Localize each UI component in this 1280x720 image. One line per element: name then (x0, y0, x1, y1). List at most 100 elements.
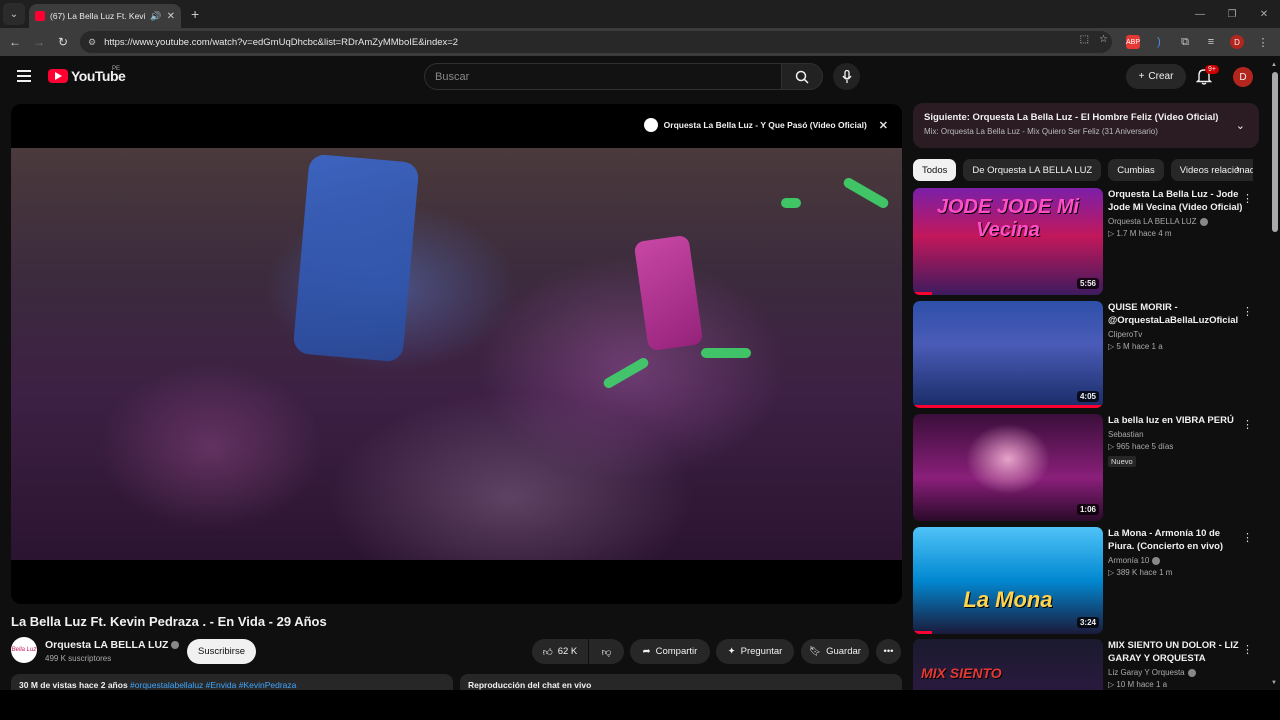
thumbnail-text: La Mona (963, 587, 1053, 612)
extensions-puzzle-icon[interactable]: ⧉ (1178, 35, 1192, 49)
page-scrollbar[interactable]: ▲ ▼ (1271, 62, 1278, 690)
recommendation-item[interactable]: JODE JODE Mi Vecina 5:56 Orquesta La Bel… (913, 188, 1253, 296)
scrollbar-thumb[interactable] (1272, 72, 1278, 232)
phone-in-video (292, 153, 420, 363)
save-button[interactable]: 🔖︎ Guardar (801, 639, 869, 664)
watch-progress (913, 405, 1103, 408)
share-button[interactable]: ➦ Compartir (630, 639, 710, 664)
search-button[interactable] (781, 63, 823, 90)
rec-channel[interactable]: Armonía 10 (1108, 556, 1149, 565)
rec-title[interactable]: La bella luz en VIBRA PERÚ (1108, 414, 1243, 427)
rec-channel[interactable]: Orquesta LA BELLA LUZ (1108, 217, 1197, 226)
dislike-button[interactable]: 👎︎ (589, 639, 624, 664)
chip-related[interactable]: Videos relacionados (1170, 159, 1253, 181)
chip-cumbias[interactable]: Cumbias (1108, 159, 1164, 181)
subscriber-count: 499 K suscriptores (45, 654, 112, 663)
close-tab-icon[interactable]: ✕ (167, 11, 175, 22)
scroll-up-icon[interactable]: ▲ (1271, 62, 1277, 68)
watch-progress (913, 292, 932, 295)
end-screen-overlay[interactable]: Orquesta La Bella Luz - Y Que Pasó (Vide… (643, 118, 888, 132)
video-player[interactable]: Orquesta La Bella Luz - Y Que Pasó (Vide… (11, 104, 902, 604)
voice-search-button[interactable] (833, 63, 860, 90)
user-avatar[interactable]: D (1233, 67, 1253, 87)
video-thumbnail[interactable]: 1:06 (913, 414, 1103, 521)
speaker-icon[interactable]: 🔊 (150, 11, 161, 22)
video-thumbnail[interactable]: MIX SIENTO (913, 639, 1103, 690)
video-thumbnail[interactable]: JODE JODE Mi Vecina 5:56 (913, 188, 1103, 295)
more-vertical-icon[interactable]: ⋮ (1242, 192, 1253, 205)
like-count: 62 K (557, 646, 578, 657)
extension-wave-icon[interactable]: ) (1152, 35, 1166, 49)
forward-icon[interactable]: → (27, 35, 51, 49)
extensions-area: ABP ) ⧉ ≡ D ⋮ (1126, 28, 1270, 56)
rec-title[interactable]: La Mona - Armonía 10 de Piura. (Conciert… (1108, 527, 1243, 553)
site-info-icon[interactable]: ⚙ (88, 37, 96, 48)
rec-channel[interactable]: CliperoTv (1108, 330, 1142, 339)
subscribe-button[interactable]: Suscribirse (187, 639, 256, 664)
chevron-right-icon[interactable]: › (1236, 163, 1240, 175)
notification-count-badge: 9+ (1205, 65, 1219, 74)
rec-channel[interactable]: Liz Garay Y Orquesta (1108, 668, 1185, 677)
verified-icon (1152, 556, 1161, 565)
extension-abp-icon[interactable]: ABP (1126, 35, 1140, 49)
browser-window: { "browser": { "tab_title": "(67) La Bel… (0, 0, 1280, 720)
view-stats: 30 M de vistas hace 2 años (19, 680, 128, 690)
chip-channel[interactable]: De Orquesta LA BELLA LUZ (963, 159, 1102, 181)
more-horizontal-icon: ••• (883, 646, 894, 657)
window-controls: — ❐ ✕ (1184, 0, 1280, 28)
bookmark-icon: 🔖︎ (809, 646, 822, 657)
more-vertical-icon[interactable]: ⋮ (1242, 643, 1253, 656)
restore-icon[interactable]: ❐ (1216, 9, 1248, 20)
more-vertical-icon[interactable]: ⋮ (1242, 305, 1253, 318)
recommendation-item[interactable]: La Mona 3:24 La Mona - Armonía 10 de Piu… (913, 527, 1253, 635)
chip-all[interactable]: Todos (913, 159, 957, 181)
verified-icon (1199, 217, 1208, 226)
reload-icon[interactable]: ↻ (51, 35, 75, 49)
tab-search-button[interactable]: ⌄ (3, 3, 25, 25)
search-input[interactable]: Buscar (424, 63, 782, 90)
thumbnail-image (913, 301, 1103, 408)
save-label: Guardar (826, 646, 861, 657)
install-app-icon[interactable]: ⬚ (1080, 34, 1089, 45)
rec-channel[interactable]: Sebastian (1108, 430, 1144, 439)
new-tab-button[interactable]: + (191, 6, 199, 22)
recommendation-item[interactable]: MIX SIENTO MIX SIENTO UN DOLOR - LIZ GAR… (913, 639, 1253, 690)
close-icon[interactable]: ✕ (879, 119, 888, 132)
rec-title[interactable]: MIX SIENTO UN DOLOR - LIZ GARAY Y ORQUES… (1108, 639, 1243, 665)
media-controls-icon[interactable]: ≡ (1204, 35, 1218, 49)
create-button[interactable]: + Crear (1126, 64, 1186, 89)
bookmark-star-icon[interactable]: ☆ (1099, 34, 1108, 45)
more-vertical-icon[interactable]: ⋮ (1242, 531, 1253, 544)
rec-title[interactable]: QUISE MORIR - @OrquestaLaBellaLuzOficial (1108, 301, 1243, 327)
chevron-down-icon[interactable]: ⌄ (1236, 119, 1245, 132)
like-button[interactable]: 👍︎ 62 K (532, 639, 588, 664)
playlist-panel[interactable]: Siguiente: Orquesta La Bella Luz - El Ho… (913, 103, 1259, 148)
address-bar[interactable]: ⚙ https://www.youtube.com/watch?v=edGmUq… (80, 31, 1112, 53)
video-thumbnail[interactable]: La Mona 3:24 (913, 527, 1103, 634)
rec-views: 389 K (1116, 568, 1138, 577)
video-thumbnail[interactable]: 4:05 (913, 301, 1103, 408)
browser-tab[interactable]: (67) La Bella Luz Ft. Kevin Pe 🔊 ✕ (29, 4, 181, 28)
back-icon[interactable]: ← (3, 35, 27, 49)
profile-avatar[interactable]: D (1230, 35, 1244, 49)
youtube-logo[interactable]: YouTube PE (48, 66, 126, 84)
more-actions-button[interactable]: ••• (876, 639, 901, 664)
channel-avatar[interactable]: Bella Luz (11, 637, 37, 663)
menu-icon[interactable] (17, 70, 31, 82)
rec-title[interactable]: Orquesta La Bella Luz - Jode Jode Mi Vec… (1108, 188, 1243, 214)
chrome-menu-icon[interactable]: ⋮ (1256, 35, 1270, 49)
rec-age: hace 5 días (1131, 442, 1174, 451)
filter-chips: Todos De Orquesta LA BELLA LUZ Cumbias V… (913, 159, 1253, 181)
thumbs-up-icon: 👍︎ (542, 646, 553, 658)
channel-name-link[interactable]: Orquesta LA BELLA LUZ (45, 639, 180, 651)
more-vertical-icon[interactable]: ⋮ (1242, 418, 1253, 431)
thumbnail-text: JODE JODE Mi Vecina (936, 196, 1080, 241)
rec-views: 965 (1116, 442, 1130, 451)
close-window-icon[interactable]: ✕ (1248, 9, 1280, 20)
scroll-down-icon[interactable]: ▼ (1271, 680, 1277, 686)
minimize-icon[interactable]: — (1184, 9, 1216, 20)
recommendation-item[interactable]: 4:05 QUISE MORIR - @OrquestaLaBellaLuzOf… (913, 301, 1253, 409)
recommendation-item[interactable]: 1:06 La bella luz en VIBRA PERÚ Sebastia… (913, 414, 1253, 522)
hashtags[interactable]: #orquestalabellaluz #Envida #KevinPedraz… (130, 680, 296, 690)
ask-button[interactable]: ✦ Preguntar (716, 639, 794, 664)
